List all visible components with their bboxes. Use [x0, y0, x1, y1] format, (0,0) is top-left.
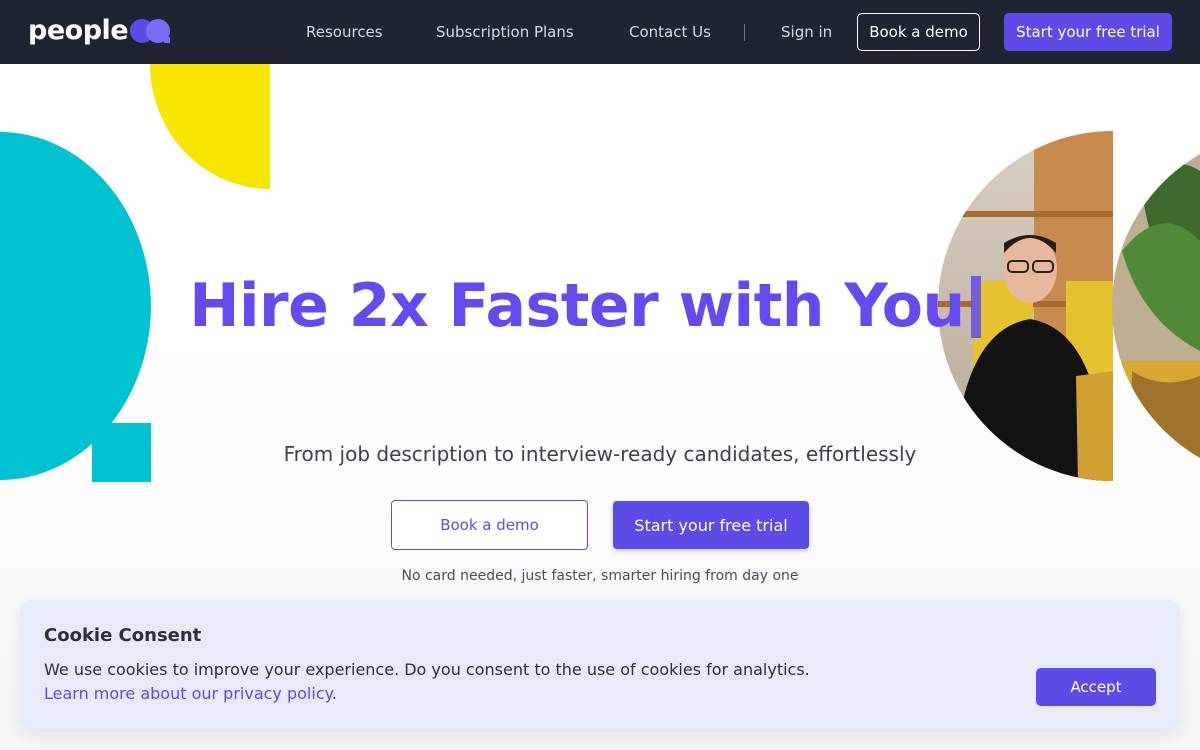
cookie-title: Cookie Consent: [44, 625, 202, 646]
accept-cookies-button[interactable]: Accept: [1036, 668, 1156, 706]
sign-in-link[interactable]: Sign in: [781, 22, 832, 42]
hero-book-demo-button[interactable]: Book a demo: [391, 500, 588, 550]
cookie-consent-banner: Cookie Consent We use cookies to improve…: [20, 600, 1180, 730]
typing-cursor: [970, 276, 981, 338]
privacy-policy-line: Learn more about our privacy policy.: [44, 683, 337, 705]
nav-free-trial-button[interactable]: Start your free trial: [1004, 13, 1172, 51]
logo[interactable]: people: [28, 16, 173, 46]
logo-text: people: [28, 15, 129, 46]
nav-link-contact-us[interactable]: Contact Us: [629, 22, 711, 42]
yellow-quarter-circle-decoration: [150, 64, 270, 189]
nav-divider: [744, 24, 745, 41]
top-nav: people Resources Subscription Plans Cont…: [0, 0, 1200, 64]
privacy-policy-link[interactable]: Learn more about our privacy policy: [44, 684, 332, 703]
nav-link-subscription-plans[interactable]: Subscription Plans: [436, 22, 574, 42]
privacy-policy-suffix: .: [331, 684, 337, 703]
hero-note: No card needed, just faster, smarter hir…: [401, 568, 799, 584]
nav-link-resources[interactable]: Resources: [306, 22, 383, 42]
hero-headline-text: Hire 2x Faster with You: [189, 271, 965, 341]
logo-mark-icon: [130, 19, 171, 43]
hero-free-trial-button[interactable]: Start your free trial: [613, 501, 809, 549]
cookie-text: We use cookies to improve your experienc…: [44, 660, 810, 679]
hero-headline: Hire 2x Faster with You: [0, 270, 1200, 342]
hero-subline: From job description to interview-ready …: [283, 442, 917, 466]
nav-book-demo-button[interactable]: Book a demo: [857, 13, 980, 51]
